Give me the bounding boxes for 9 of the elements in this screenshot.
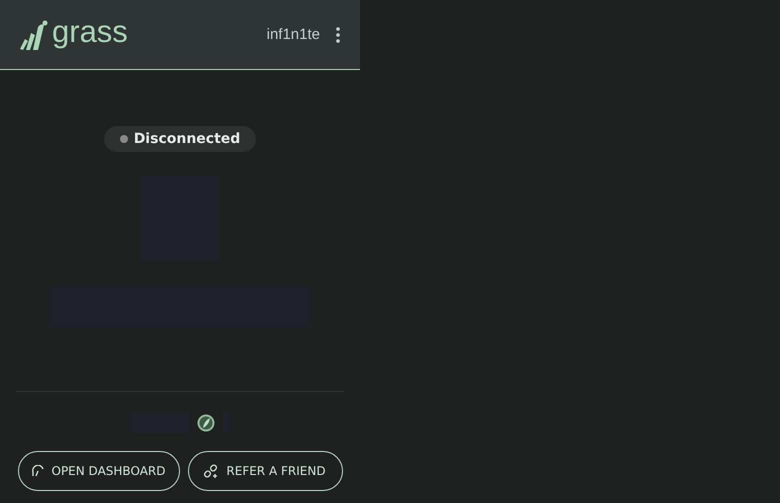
open-dashboard-button[interactable]: OPEN DASHBOARD — [18, 451, 180, 491]
link-icon — [204, 464, 218, 478]
logo-icon — [18, 18, 48, 50]
coin-icon — [197, 414, 215, 432]
menu-icon[interactable] — [334, 24, 342, 44]
status-label: Disconnected — [134, 131, 240, 147]
logo-text: grass — [52, 16, 128, 47]
refer-friend-button[interactable]: REFER A FRIEND — [188, 451, 342, 491]
username: inf1n1te — [266, 26, 320, 43]
